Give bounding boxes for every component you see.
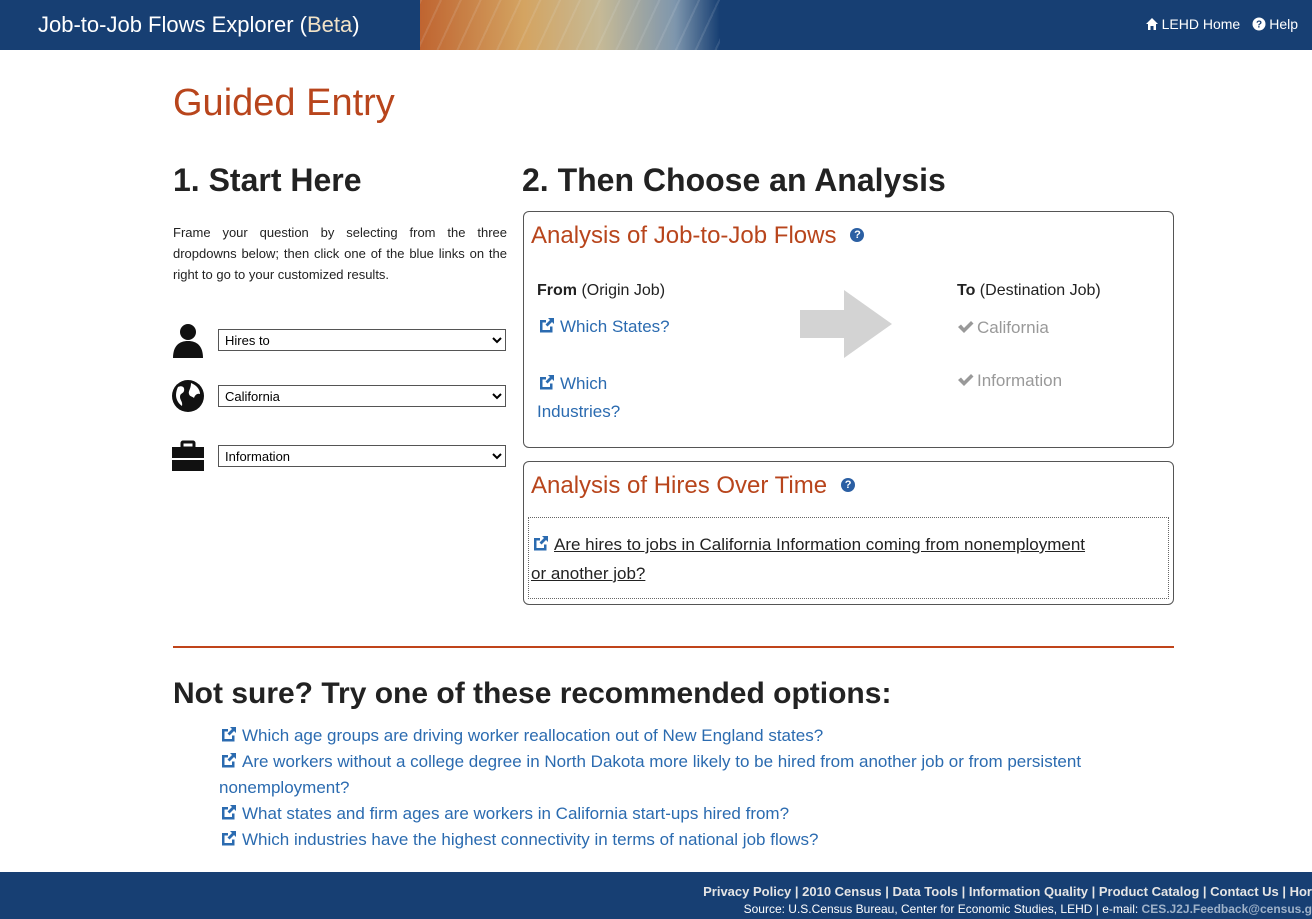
geography-row: California	[170, 378, 506, 414]
destination-industry-label: Information	[977, 371, 1063, 390]
intro-text: Frame your question by selecting from th…	[173, 225, 507, 282]
person-icon	[173, 324, 203, 358]
footer-email-link[interactable]: CES.J2J.Feedback@census.g	[1142, 902, 1312, 916]
recommended-link-label: Which age groups are driving worker real…	[242, 726, 824, 745]
hires-title: Analysis of Hires Over Time?	[531, 472, 856, 500]
to-label: To	[957, 282, 976, 299]
top-banner: Job-to-Job Flows Explorer (Beta) LEHD Ho…	[0, 0, 1312, 50]
list-item: Which industries have the highest connec…	[219, 827, 1179, 853]
job-flows-title-text: Analysis of Job-to-Job Flows	[531, 222, 837, 249]
destination-geography-label: California	[977, 318, 1049, 337]
beta-label: Beta	[306, 12, 353, 37]
banner-artwork	[420, 0, 720, 50]
hires-over-time-panel: Analysis of Hires Over Time? Are hires t…	[523, 461, 1174, 605]
app-title-text: Job-to-Job Flows Explorer (	[38, 12, 307, 37]
briefcase-icon	[172, 440, 204, 471]
external-link-icon	[222, 805, 236, 820]
list-item: What states and firm ages are workers in…	[219, 801, 1179, 827]
recommended-heading: Not sure? Try one of these recommended o…	[173, 677, 892, 710]
recommended-link-label: Which industries have the highest connec…	[242, 830, 819, 849]
recommended-link-startups[interactable]: What states and firm ages are workers in…	[219, 804, 789, 823]
to-heading: To (Destination Job)	[957, 282, 1101, 300]
footer-source-text: Source: U.S.Census Bureau, Center for Ec…	[743, 902, 1142, 916]
footer-content: Privacy Policy | 2010 Census | Data Tool…	[0, 872, 1312, 919]
job-flows-title: Analysis of Job-to-Job Flows?	[531, 222, 865, 250]
hires-link-container: Are hires to jobs in California Informat…	[528, 517, 1169, 599]
which-states-label: Which States?	[560, 317, 670, 336]
hires-help-icon[interactable]: ?	[841, 477, 856, 492]
svg-text:?: ?	[1256, 20, 1262, 31]
list-item: Which age groups are driving worker real…	[219, 723, 1179, 749]
recommended-link-label: Are workers without a college degree in …	[219, 752, 1082, 797]
industry-row: Information	[170, 438, 506, 474]
recommended-link-age-groups[interactable]: Which age groups are driving worker real…	[219, 726, 823, 745]
job-type-row: Hires to	[170, 322, 506, 358]
external-link-icon	[540, 375, 554, 390]
to-sublabel: (Destination Job)	[975, 282, 1101, 299]
lehd-home-label: LEHD Home	[1161, 16, 1241, 32]
checkmark-icon	[958, 321, 974, 333]
choose-analysis-heading: 2. Then Choose an Analysis	[522, 162, 946, 198]
home-icon	[1145, 18, 1158, 30]
top-links: LEHD Home ? Help	[1145, 16, 1298, 32]
lehd-home-link[interactable]: LEHD Home	[1145, 16, 1241, 32]
which-industries-link[interactable]: Which Industries?	[537, 370, 657, 426]
help-link[interactable]: ? Help	[1252, 16, 1298, 32]
which-states-link[interactable]: Which States?	[537, 316, 670, 337]
external-link-icon	[222, 727, 236, 742]
app-title-close: )	[352, 12, 360, 37]
help-icon: ?	[1252, 17, 1266, 31]
hires-title-text: Analysis of Hires Over Time	[531, 472, 828, 499]
footer-source: Source: U.S.Census Bureau, Center for Ec…	[744, 902, 1312, 916]
page-title: Guided Entry	[173, 82, 395, 124]
recommended-link-north-dakota[interactable]: Are workers without a college degree in …	[219, 752, 1081, 797]
app-title: Job-to-Job Flows Explorer (Beta)	[38, 12, 360, 38]
checkmark-icon	[958, 374, 974, 386]
recommended-link-label: What states and firm ages are workers in…	[242, 804, 790, 823]
recommended-link-connectivity[interactable]: Which industries have the highest connec…	[219, 830, 818, 849]
from-sublabel: (Origin Job)	[577, 282, 666, 299]
external-link-icon	[540, 318, 554, 333]
geography-select[interactable]: California	[218, 385, 506, 407]
external-link-icon	[222, 753, 236, 768]
external-link-icon	[534, 536, 548, 551]
footer-links[interactable]: Privacy Policy | 2010 Census | Data Tool…	[703, 884, 1312, 899]
job-type-select[interactable]: Hires to	[218, 329, 506, 351]
footer: Privacy Policy | 2010 Census | Data Tool…	[0, 872, 1312, 919]
flow-arrow-icon	[800, 290, 892, 358]
list-item: Are workers without a college degree in …	[219, 749, 1179, 801]
job-flows-help-icon[interactable]: ?	[850, 227, 865, 242]
external-link-icon	[222, 831, 236, 846]
section-divider	[173, 646, 1174, 648]
globe-icon	[172, 380, 204, 412]
industry-select[interactable]: Information	[218, 445, 506, 467]
from-label: From	[537, 282, 577, 299]
help-label: Help	[1269, 16, 1298, 32]
destination-industry: Information	[957, 371, 1062, 391]
hires-source-label: Are hires to jobs in California Informat…	[531, 535, 1086, 583]
job-flows-panel: Analysis of Job-to-Job Flows? From (Orig…	[523, 211, 1174, 448]
from-heading: From (Origin Job)	[537, 282, 665, 300]
recommended-list: Which age groups are driving worker real…	[219, 723, 1179, 853]
start-here-heading: 1. Start Here	[173, 162, 362, 198]
hires-source-link[interactable]: Are hires to jobs in California Informat…	[531, 530, 1091, 588]
destination-geography: California	[957, 318, 1049, 338]
